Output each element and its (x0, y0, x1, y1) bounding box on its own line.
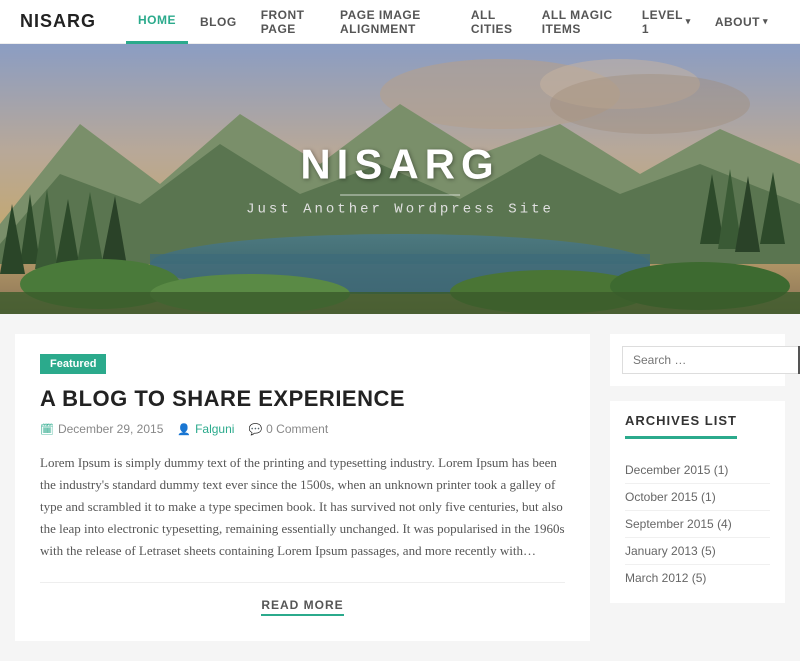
meta-comments: 💬 0 Comment (248, 422, 328, 436)
list-item[interactable]: October 2015 (1) (625, 484, 770, 511)
nav-item-about[interactable]: ABOUT ▾ (703, 0, 780, 44)
featured-badge: Featured (40, 354, 106, 374)
hero-divider (340, 195, 460, 196)
meta-date: 🗓 December 29, 2015 (40, 422, 163, 436)
nav-item-all-cities[interactable]: ALL CITIES (459, 0, 530, 44)
list-item[interactable]: March 2012 (5) (625, 565, 770, 591)
nav-item-page-image-alignment[interactable]: PAGE IMAGE ALIGNMENT (328, 0, 459, 44)
read-more-wrapper: READ MORE (40, 582, 565, 616)
site-logo: NISARG (20, 11, 96, 32)
search-input[interactable] (622, 346, 798, 374)
list-item[interactable]: January 2013 (5) (625, 538, 770, 565)
article-content: Lorem Ipsum is simply dummy text of the … (40, 452, 565, 562)
dropdown-arrow-icon: ▾ (763, 16, 768, 27)
list-item[interactable]: September 2015 (4) (625, 511, 770, 538)
list-item[interactable]: December 2015 (1) (625, 457, 770, 484)
nav-item-all-magic-items[interactable]: ALL MAGIC ITEMS (530, 0, 630, 44)
archives-list: December 2015 (1)October 2015 (1)Septemb… (625, 457, 770, 591)
user-icon: 👤 (177, 423, 191, 436)
dropdown-arrow-icon: ▾ (686, 16, 691, 27)
meta-author: 👤 Falguni (177, 422, 234, 436)
hero-section: NISARG Just Another Wordpress Site (0, 44, 800, 314)
nav-item-blog[interactable]: BLOG (188, 0, 249, 44)
nav-item-level-1[interactable]: LEVEL 1 ▾ (630, 0, 703, 44)
hero-subtitle: Just Another Wordpress Site (246, 202, 554, 218)
calendar-icon: 🗓 (40, 423, 54, 436)
archives-widget: ARCHIVES LIST December 2015 (1)October 2… (610, 401, 785, 603)
sidebar: 🔍 ARCHIVES LIST December 2015 (1)October… (610, 334, 785, 641)
main-wrapper: Featured A BLOG TO SHARE EXPERIENCE 🗓 De… (0, 314, 800, 661)
search-widget: 🔍 (610, 334, 785, 386)
site-header: NISARG HOMEBLOGFRONT PAGEPAGE IMAGE ALIG… (0, 0, 800, 44)
hero-text: NISARG Just Another Wordpress Site (246, 141, 554, 218)
read-more-button[interactable]: READ MORE (261, 598, 343, 616)
archives-title: ARCHIVES LIST (625, 413, 737, 439)
article-title: A BLOG TO SHARE EXPERIENCE (40, 386, 565, 412)
article-meta: 🗓 December 29, 2015 👤 Falguni 💬 0 Commen… (40, 422, 565, 436)
nav-item-front-page[interactable]: FRONT PAGE (249, 0, 328, 44)
hero-title: NISARG (246, 141, 554, 189)
article-card: Featured A BLOG TO SHARE EXPERIENCE 🗓 De… (15, 334, 590, 641)
nav-item-home[interactable]: HOME (126, 0, 188, 44)
comment-icon: 💬 (248, 423, 262, 436)
site-nav: HOMEBLOGFRONT PAGEPAGE IMAGE ALIGNMENTAL… (126, 0, 780, 43)
primary-content: Featured A BLOG TO SHARE EXPERIENCE 🗓 De… (15, 334, 590, 641)
